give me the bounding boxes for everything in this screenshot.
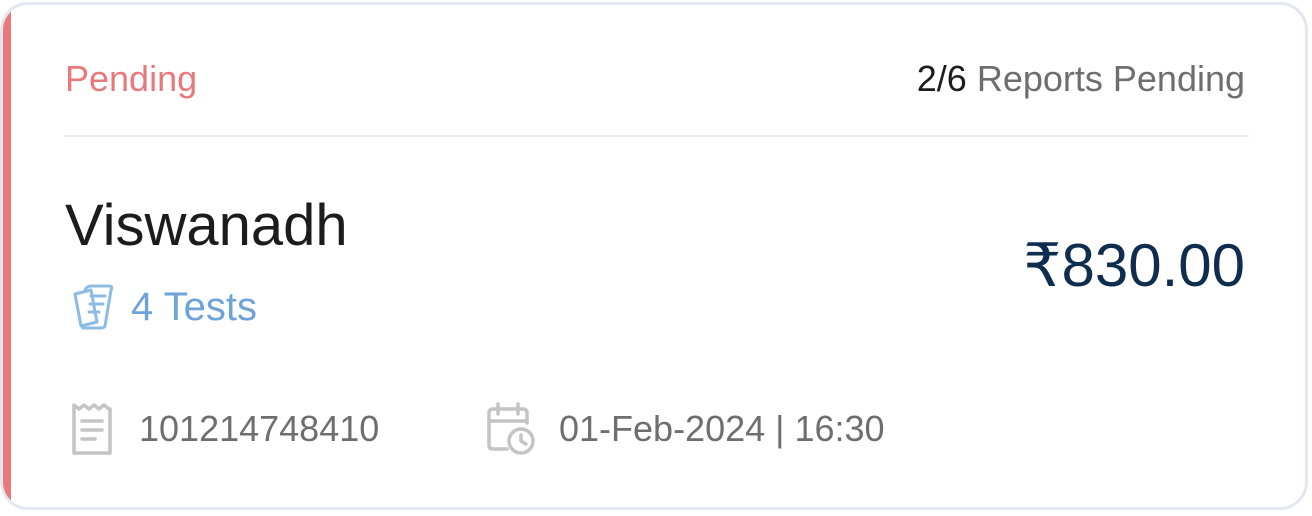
divider — [65, 135, 1249, 137]
order-card[interactable]: Pending 2/6 Reports Pending Viswanadh 4 … — [0, 2, 1308, 510]
test-sheets-icon — [69, 282, 117, 332]
calendar-clock-icon — [485, 401, 535, 457]
reports-pending-summary: 2/6 Reports Pending — [917, 57, 1245, 101]
receipt-icon — [69, 401, 115, 457]
reports-label: Reports Pending — [976, 58, 1245, 99]
order-amount: ₹830.00 — [1023, 232, 1245, 299]
status-label: Pending — [65, 58, 198, 99]
order-datetime: 01-Feb-2024 | 16:30 — [559, 408, 885, 449]
status-accent-bar — [3, 5, 11, 507]
patient-name: Viswanadh — [65, 193, 348, 258]
date-info: 01-Feb-2024 | 16:30 — [485, 401, 885, 457]
receipt-info: 101214748410 — [69, 401, 379, 457]
receipt-number: 101214748410 — [139, 408, 380, 449]
reports-count: 2/6 — [916, 58, 967, 99]
tests-label: 4 Tests — [131, 284, 257, 329]
tests-link[interactable]: 4 Tests — [69, 281, 257, 333]
